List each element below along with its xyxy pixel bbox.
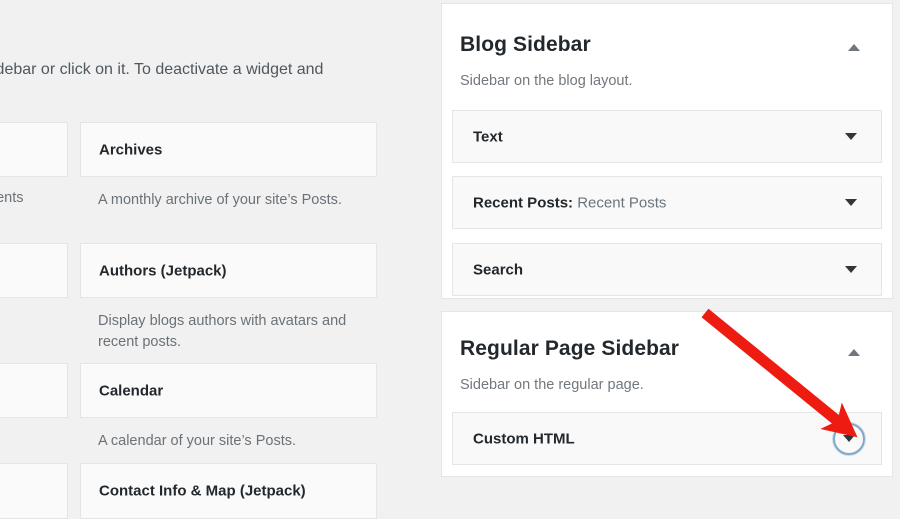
triangle-down-icon (845, 266, 857, 273)
sidebar-widget-name: Recent Posts: (473, 194, 574, 211)
widget-desc-clipped-1: ments (0, 190, 24, 206)
available-widgets-intro: idebar or click on it. To deactivate a w… (0, 61, 324, 78)
widget-card-archives[interactable]: Archives (80, 122, 377, 177)
triangle-up-icon (848, 43, 860, 51)
widget-card-clipped-4[interactable] (0, 463, 68, 519)
triangle-down-icon (845, 133, 857, 140)
widget-title: Calendar (99, 382, 164, 399)
widget-expand-toggle-search[interactable] (837, 256, 865, 284)
sidebar-widget-label: Search (473, 261, 523, 278)
triangle-down-icon (843, 435, 855, 442)
available-widgets-column: idebar or click on it. To deactivate a w… (0, 0, 420, 519)
widget-card-clipped-3[interactable] (0, 363, 68, 418)
widget-title: Archives (99, 141, 163, 158)
widget-card-authors-jetpack[interactable]: Authors (Jetpack) (80, 243, 377, 298)
sidebar-widget-name: Custom HTML (473, 430, 575, 447)
sidebar-widget-row-search[interactable]: Search (452, 243, 882, 296)
sidebar-widget-name: Search (473, 261, 524, 278)
sidebar-widget-label: Custom HTML (473, 430, 575, 447)
sidebar-panel-regular-page-sidebar: Regular Page Sidebar Sidebar on the regu… (441, 311, 893, 477)
sidebar-panel-blog-sidebar: Blog Sidebar Sidebar on the blog layout.… (441, 3, 893, 299)
sidebar-widget-name: Text (473, 128, 503, 145)
widget-card-calendar[interactable]: Calendar (80, 363, 377, 418)
custom-html-expand-toggle[interactable] (833, 422, 865, 455)
widget-card-clipped-1[interactable] (0, 122, 68, 177)
panel-title: Regular Page Sidebar (460, 337, 680, 360)
widget-card-contact-info-map-jetpack[interactable]: Contact Info & Map (Jetpack) (80, 463, 377, 519)
sidebar-widget-label: Recent Posts: Recent Posts (473, 194, 666, 211)
panel-collapse-toggle-regular-page-sidebar[interactable] (841, 339, 867, 365)
panel-description: Sidebar on the blog layout. (460, 73, 633, 89)
sidebar-widget-row-custom-html[interactable]: Custom HTML (452, 412, 882, 465)
widget-expand-toggle-text[interactable] (837, 123, 865, 151)
widget-description-calendar: A calendar of your site’s Posts. (98, 433, 297, 449)
widget-expand-toggle-recent-posts[interactable] (837, 189, 865, 217)
triangle-up-icon (848, 348, 860, 356)
sidebar-widget-label: Text (473, 128, 503, 145)
widget-card-clipped-2[interactable] (0, 243, 68, 298)
panel-description: Sidebar on the regular page. (460, 377, 644, 393)
widget-title: Contact Info & Map (Jetpack) (99, 482, 306, 500)
sidebar-widget-row-text[interactable]: Text (452, 110, 882, 163)
sidebar-widget-instance: Recent Posts (577, 194, 667, 211)
panel-title: Blog Sidebar (460, 33, 591, 56)
sidebar-widget-row-recent-posts[interactable]: Recent Posts: Recent Posts (452, 176, 882, 229)
widget-description-authors-jetpack: Display blogs authors with avatars and r… (98, 313, 347, 350)
widget-description-archives: A monthly archive of your site’s Posts. (98, 192, 342, 208)
widgets-screen: idebar or click on it. To deactivate a w… (0, 0, 900, 519)
triangle-down-icon (845, 199, 857, 206)
widget-title: Authors (Jetpack) (99, 262, 227, 279)
panel-collapse-toggle-blog-sidebar[interactable] (841, 34, 867, 60)
